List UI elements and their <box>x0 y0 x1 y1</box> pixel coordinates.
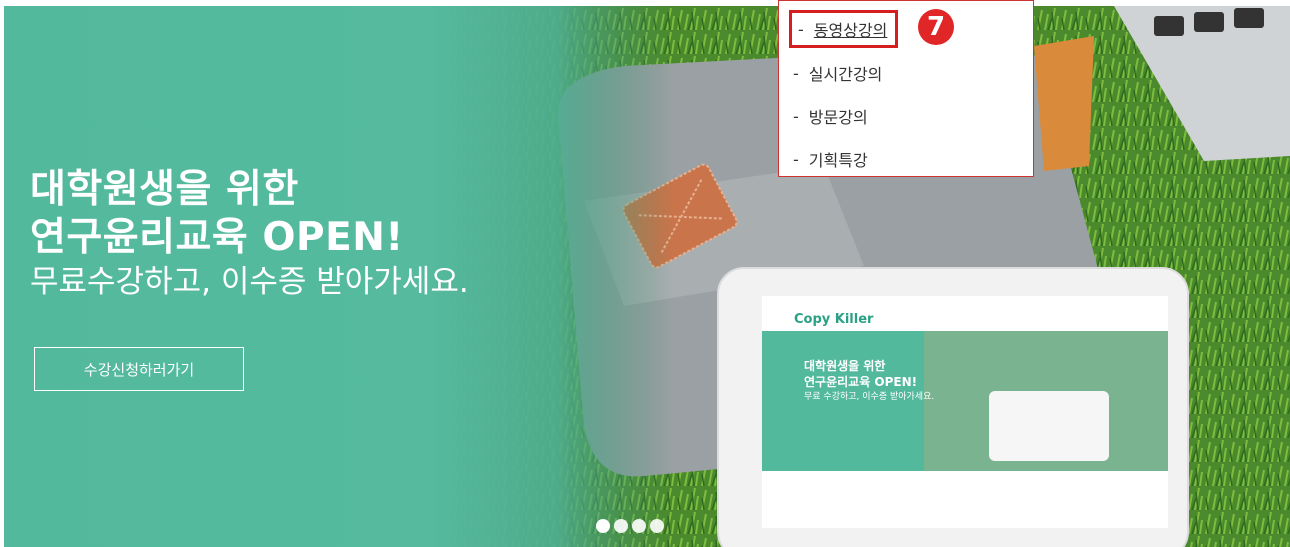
menu-dash: - <box>798 19 804 39</box>
headline-line-1: 대학원생을 위한 <box>30 167 299 212</box>
menu-item-live-lecture[interactable]: - 실시간강의 <box>793 61 882 85</box>
headline-subtitle: 무료수강하고, 이수증 받아가세요. <box>30 264 469 300</box>
menu-item-label: 방문강의 <box>808 108 868 127</box>
lecture-dropdown-menu: - 동영상강의 - 실시간강의 - 방문강의 - 기획특강 <box>778 0 1034 177</box>
menu-item-label: 실시간강의 <box>808 65 883 84</box>
screenshot-frame: 대학원생을 위한 연구윤리교육 OPEN! 무료수강하고, 이수증 받아가세요.… <box>0 0 1290 547</box>
tablet-headline-line-1: 대학원생을 위한 <box>804 359 886 373</box>
menu-item-video-lecture[interactable]: - 동영상강의 <box>789 10 899 48</box>
menu-dash: - <box>793 106 799 126</box>
tablet-brand: Copy Killer <box>794 312 874 327</box>
menu-item-special-lecture[interactable]: - 기획특강 <box>793 147 868 171</box>
annotation-number-badge: 7 <box>918 9 954 45</box>
menu-dash: - <box>793 149 799 169</box>
tablet-headline: 대학원생을 위한 연구윤리교육 OPEN! 무료 수강하고, 이수증 받아가세요… <box>804 358 934 404</box>
apply-course-button[interactable]: 수강신청하러가기 <box>34 347 244 391</box>
carousel-dot[interactable] <box>596 519 610 533</box>
carousel-dot[interactable] <box>632 519 646 533</box>
headline-line-2: 연구윤리교육 OPEN! <box>30 215 404 260</box>
carousel-dots <box>596 519 664 533</box>
menu-item-label: 동영상강의 <box>813 21 888 40</box>
hero-headline: 대학원생을 위한 연구윤리교육 OPEN! 무료수강하고, 이수증 받아가세요. <box>30 166 469 302</box>
menu-dash: - <box>793 63 799 83</box>
carousel-dot[interactable] <box>650 519 664 533</box>
menu-item-label: 기획특강 <box>808 151 868 170</box>
carousel-dot[interactable] <box>614 519 628 533</box>
tablet-headline-line-2: 연구윤리교육 OPEN! <box>804 375 918 389</box>
menu-item-visit-lecture[interactable]: - 방문강의 <box>793 104 868 128</box>
tablet-headline-line-3: 무료 수강하고, 이수증 받아가세요. <box>804 392 935 402</box>
hero-banner: 대학원생을 위한 연구윤리교육 OPEN! 무료수강하고, 이수증 받아가세요.… <box>4 6 1290 547</box>
